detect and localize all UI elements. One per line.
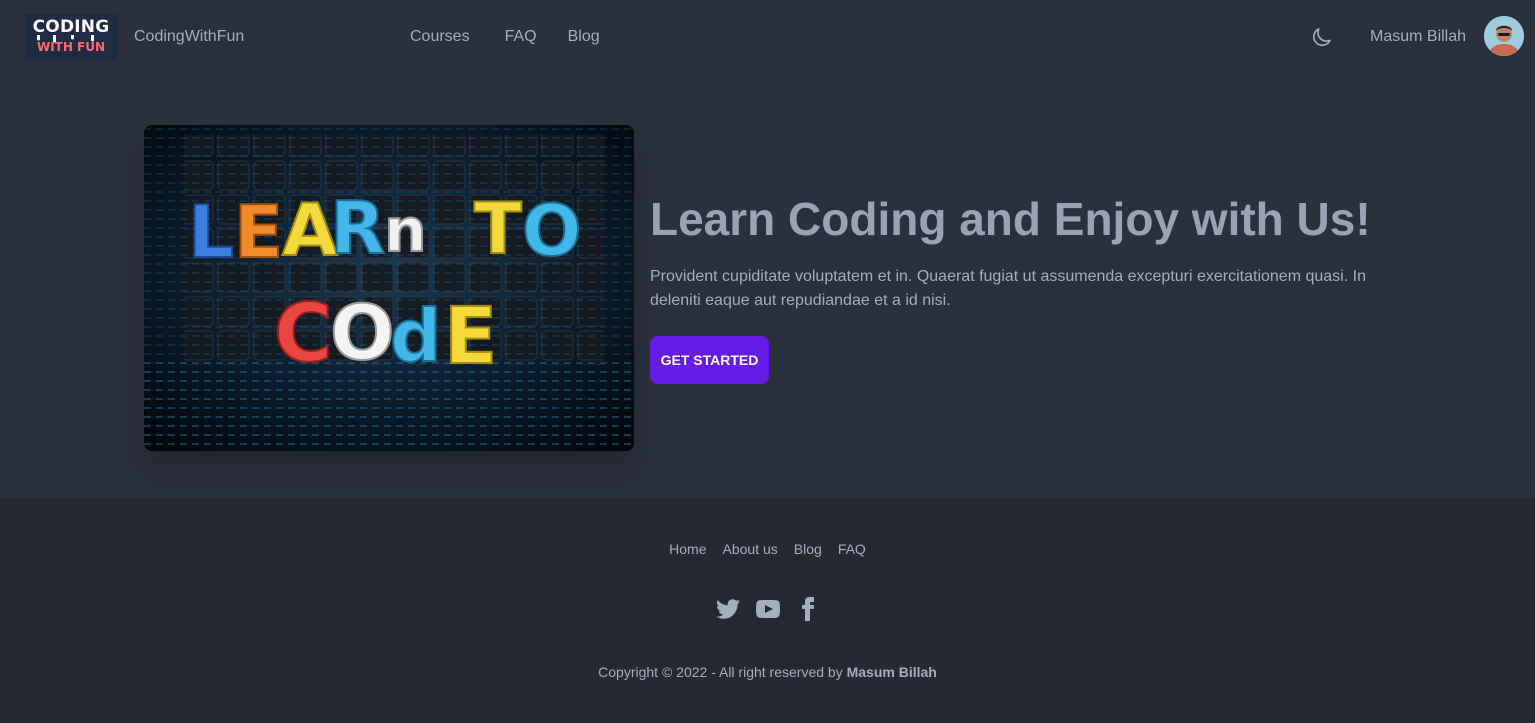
twitter-icon[interactable] (715, 597, 740, 621)
main-nav: Courses FAQ Blog (410, 28, 600, 46)
footer-nav: Home About us Blog FAQ (0, 541, 1535, 557)
facebook-icon[interactable] (796, 597, 820, 621)
youtube-icon[interactable] (755, 597, 780, 621)
logo[interactable]: CODING WITH FUN (25, 14, 117, 60)
hero-image: L E A R n T O C O d E (144, 125, 634, 451)
navbar: CODING WITH FUN CodingWithFun Courses FA… (0, 0, 1535, 75)
avatar[interactable] (1484, 16, 1524, 56)
footer-link-home[interactable]: Home (669, 541, 706, 557)
svg-text:n: n (384, 196, 427, 266)
svg-text:T: T (474, 188, 522, 270)
svg-text:O: O (330, 288, 395, 377)
logo-line2: WITH FUN (36, 40, 106, 54)
nav-blog[interactable]: Blog (568, 28, 600, 46)
svg-text:O: O (522, 190, 582, 272)
svg-text:E: E (444, 292, 497, 382)
user-name: Masum Billah (1370, 28, 1467, 45)
svg-text:L: L (188, 190, 234, 274)
hero-title: Learn Coding and Enjoy with Us! (650, 193, 1371, 245)
footer-link-about[interactable]: About us (723, 541, 778, 557)
svg-text:C: C (274, 287, 333, 380)
brand-name[interactable]: CodingWithFun (134, 28, 244, 46)
moon-icon[interactable] (1310, 25, 1334, 49)
footer-link-blog[interactable]: Blog (794, 541, 822, 557)
avatar-image (1484, 16, 1524, 56)
footer-link-faq[interactable]: FAQ (838, 541, 866, 557)
hero-description: Provident cupiditate voluptatem et in. Q… (650, 268, 1366, 309)
nav-courses[interactable]: Courses (410, 28, 470, 46)
copyright-text: Copyright © 2022 - All right reserved by (598, 664, 843, 680)
nav-faq[interactable]: FAQ (505, 28, 537, 46)
svg-text:E: E (234, 190, 283, 274)
svg-text:R: R (330, 186, 385, 270)
copyright-owner: Masum Billah (846, 664, 937, 680)
social-links (0, 597, 1535, 621)
logo-line1: CODING (32, 17, 110, 37)
get-started-button[interactable]: GET STARTED (650, 336, 769, 384)
svg-text:d: d (390, 294, 442, 378)
learn-to-code-image: L E A R n T O C O d E (144, 125, 634, 451)
copyright: Copyright © 2022 - All right reserved by… (0, 664, 1535, 680)
footer: Home About us Blog FAQ Copyright © 2022 … (0, 498, 1535, 723)
